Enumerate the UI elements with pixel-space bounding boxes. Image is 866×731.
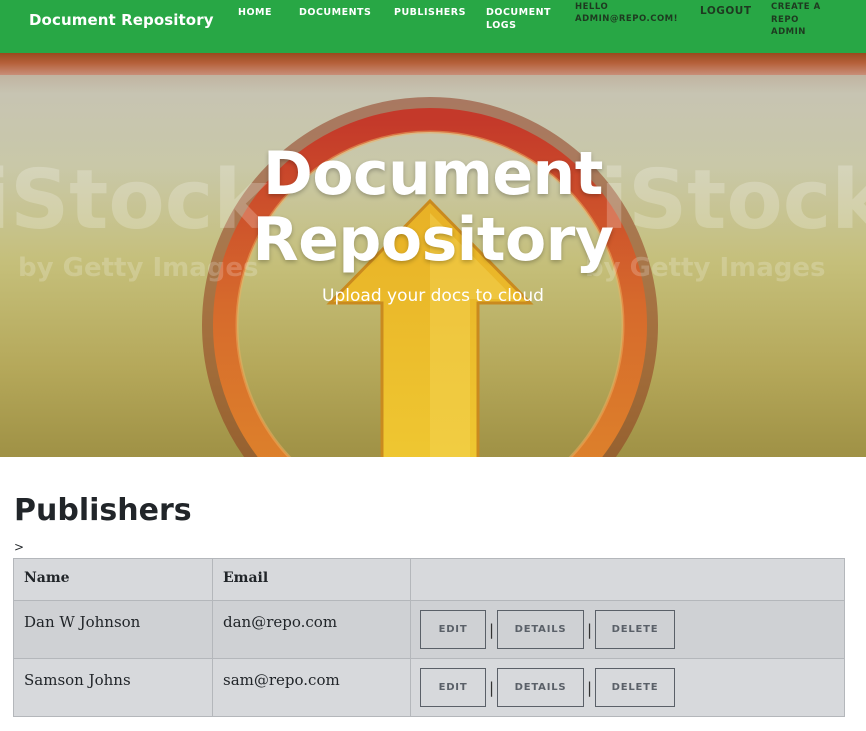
nav-document-logs[interactable]: DOCUMENT LOGS <box>486 7 556 32</box>
nav-hello-user[interactable]: HELLO ADMIN@REPO.COM! <box>575 1 685 25</box>
action-separator: | <box>586 620 593 639</box>
details-button[interactable]: DETAILS <box>497 668 584 707</box>
hero-title: Document Repository <box>0 141 866 273</box>
navbar: Document Repository HOME DOCUMENTS PUBLI… <box>0 0 866 53</box>
nav-home[interactable]: HOME <box>238 7 272 20</box>
hero-title-line2: Repository <box>252 205 614 275</box>
nav-logout[interactable]: LOGOUT <box>700 5 751 18</box>
publishers-table: Name Email Dan W Johnson dan@repo.com ED… <box>13 558 845 717</box>
details-button[interactable]: DETAILS <box>497 610 584 649</box>
delete-button[interactable]: DELETE <box>595 610 675 649</box>
hero-title-line1: Document <box>263 139 603 209</box>
header-name: Name <box>13 558 213 601</box>
cell-name: Samson Johns <box>13 658 213 717</box>
cell-email: sam@repo.com <box>212 658 411 717</box>
cell-actions: EDIT | DETAILS | DELETE <box>410 658 845 717</box>
nav-create-repo-admin[interactable]: CREATE A REPO ADMIN <box>771 1 831 39</box>
hero-banner: iStock iStock by Getty Images by Getty I… <box>0 53 866 457</box>
edit-button[interactable]: EDIT <box>420 610 486 649</box>
stray-text: > <box>14 540 25 554</box>
header-email: Email <box>212 558 411 601</box>
cell-name: Dan W Johnson <box>13 600 213 659</box>
cell-email: dan@repo.com <box>212 600 411 659</box>
nav-documents[interactable]: DOCUMENTS <box>299 7 371 20</box>
table-header-row: Name Email <box>13 558 845 601</box>
header-actions <box>410 558 845 601</box>
action-separator: | <box>586 678 593 697</box>
table-row: Samson Johns sam@repo.com EDIT | DETAILS… <box>13 658 845 717</box>
action-separator: | <box>488 620 495 639</box>
table-row: Dan W Johnson dan@repo.com EDIT | DETAIL… <box>13 600 845 659</box>
nav-publishers[interactable]: PUBLISHERS <box>394 7 466 20</box>
page-title: Publishers <box>14 493 192 528</box>
cell-actions: EDIT | DETAILS | DELETE <box>410 600 845 659</box>
delete-button[interactable]: DELETE <box>595 668 675 707</box>
action-separator: | <box>488 678 495 697</box>
edit-button[interactable]: EDIT <box>420 668 486 707</box>
hero-subtitle: Upload your docs to cloud <box>322 286 544 306</box>
brand-link[interactable]: Document Repository <box>29 11 214 29</box>
